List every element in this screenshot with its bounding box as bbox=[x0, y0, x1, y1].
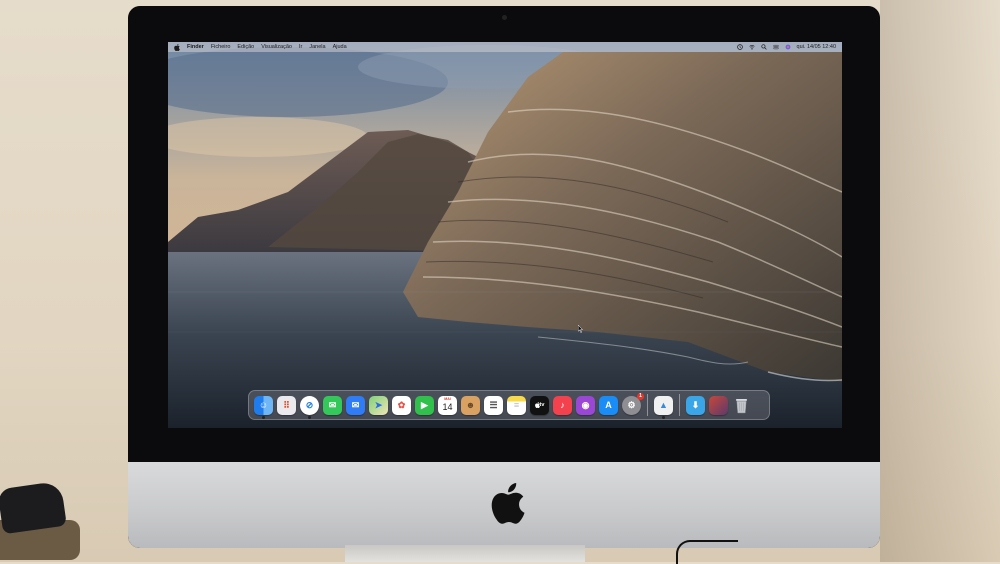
notes-icon[interactable]: ≡ bbox=[507, 395, 526, 415]
camera bbox=[502, 15, 507, 20]
power-cable bbox=[676, 540, 738, 564]
finder-icon[interactable]: ☺ bbox=[254, 395, 273, 419]
menu-bar-clock[interactable]: qui. 14/05 12:40 bbox=[797, 44, 836, 50]
screen: Finder Ficheiro Edição Visualização Ir J… bbox=[168, 42, 842, 428]
menu-edicao[interactable]: Edição bbox=[237, 44, 254, 50]
finder-glyph: ☺ bbox=[258, 400, 269, 410]
maps-icon[interactable]: ➤ bbox=[369, 395, 388, 415]
calendar-day: 14 bbox=[442, 401, 453, 412]
mouse-pointer-icon bbox=[578, 325, 583, 333]
app-store-glyph: A bbox=[605, 400, 612, 410]
contacts-glyph: ☻ bbox=[465, 400, 476, 410]
control-center-icon[interactable] bbox=[772, 44, 779, 50]
photos-glyph: ✿ bbox=[397, 399, 406, 410]
siri-icon[interactable] bbox=[785, 44, 791, 50]
menu-ficheiro[interactable]: Ficheiro bbox=[211, 44, 231, 50]
dock-separator bbox=[679, 394, 680, 416]
facetime-icon[interactable]: ▶ bbox=[415, 395, 434, 415]
menu-visualizacao[interactable]: Visualização bbox=[261, 44, 292, 50]
apple-menu-icon[interactable] bbox=[174, 43, 180, 51]
calendar-icon[interactable]: MAI 14 bbox=[438, 395, 457, 415]
notes-glyph: ≡ bbox=[513, 400, 520, 410]
preview-glyph: ▲ bbox=[659, 400, 668, 410]
photos-icon[interactable]: ✿ bbox=[392, 395, 411, 415]
launchpad-icon[interactable]: ⠿ bbox=[277, 395, 296, 415]
running-indicator bbox=[308, 415, 311, 419]
reminders-icon[interactable]: ☰ bbox=[484, 395, 503, 415]
wifi-icon[interactable] bbox=[748, 44, 755, 50]
reminders-glyph: ☰ bbox=[489, 399, 498, 410]
mail-glyph: ✉ bbox=[351, 399, 360, 410]
menu-ir[interactable]: Ir bbox=[299, 44, 302, 50]
music-icon[interactable]: ♪ bbox=[553, 395, 572, 415]
launchpad-glyph: ⠿ bbox=[283, 399, 290, 410]
safari-glyph: ⊘ bbox=[305, 399, 314, 410]
maps-glyph: ➤ bbox=[374, 399, 383, 410]
recent-items-stack-icon[interactable] bbox=[709, 395, 728, 415]
podcasts-icon[interactable]: ◉ bbox=[576, 395, 595, 415]
search-icon[interactable] bbox=[760, 44, 767, 50]
running-indicator bbox=[262, 415, 265, 419]
screen-time-icon[interactable] bbox=[736, 44, 743, 50]
dock: ☺ ⠿ ⊘ ✉ ✉ ➤ ✿ ▶ MAI 14 ☻ ☰ ≡ tv ♪ ◉ A ⚙ … bbox=[248, 390, 770, 420]
desk-objects bbox=[0, 470, 90, 562]
system-preferences-icon[interactable]: ⚙ 1 bbox=[622, 392, 644, 415]
trash-can-icon bbox=[735, 398, 748, 413]
mail-icon[interactable]: ✉ bbox=[346, 395, 365, 415]
running-indicator bbox=[662, 415, 665, 419]
downloads-glyph: ⬇ bbox=[691, 399, 700, 410]
menu-ajuda[interactable]: Ajuda bbox=[333, 44, 347, 50]
imac-chin bbox=[128, 462, 880, 548]
calendar-month: MAI bbox=[444, 396, 451, 401]
messages-icon[interactable]: ✉ bbox=[323, 395, 342, 415]
contacts-icon[interactable]: ☻ bbox=[461, 395, 480, 415]
trash-icon[interactable] bbox=[732, 396, 751, 415]
app-store-icon[interactable]: A bbox=[599, 395, 618, 415]
menu-bar: Finder Ficheiro Edição Visualização Ir J… bbox=[168, 42, 842, 52]
preview-icon[interactable]: ▲ bbox=[654, 395, 673, 419]
desktop-wallpaper bbox=[168, 42, 842, 428]
music-glyph: ♪ bbox=[560, 400, 565, 410]
downloads-folder-icon[interactable]: ⬇ bbox=[686, 395, 705, 415]
podcasts-glyph: ◉ bbox=[581, 399, 590, 410]
facetime-glyph: ▶ bbox=[421, 399, 428, 410]
safari-icon[interactable]: ⊘ bbox=[300, 395, 319, 419]
imac-stand bbox=[345, 545, 585, 562]
screen-bezel: Finder Ficheiro Edição Visualização Ir J… bbox=[128, 6, 880, 462]
messages-glyph: ✉ bbox=[328, 399, 337, 410]
notification-badge: 1 bbox=[637, 392, 644, 400]
tv-icon[interactable]: tv bbox=[530, 395, 549, 415]
menu-finder[interactable]: Finder bbox=[187, 44, 204, 50]
imac: Finder Ficheiro Edição Visualização Ir J… bbox=[128, 6, 880, 548]
dark-object bbox=[0, 480, 67, 535]
dock-separator bbox=[647, 394, 648, 416]
apple-logo-icon bbox=[491, 482, 525, 524]
system-preferences-glyph: ⚙ bbox=[627, 399, 636, 410]
menu-janela[interactable]: Janela bbox=[309, 44, 325, 50]
tv-label: tv bbox=[539, 402, 545, 408]
wall-shadow bbox=[880, 0, 1000, 562]
